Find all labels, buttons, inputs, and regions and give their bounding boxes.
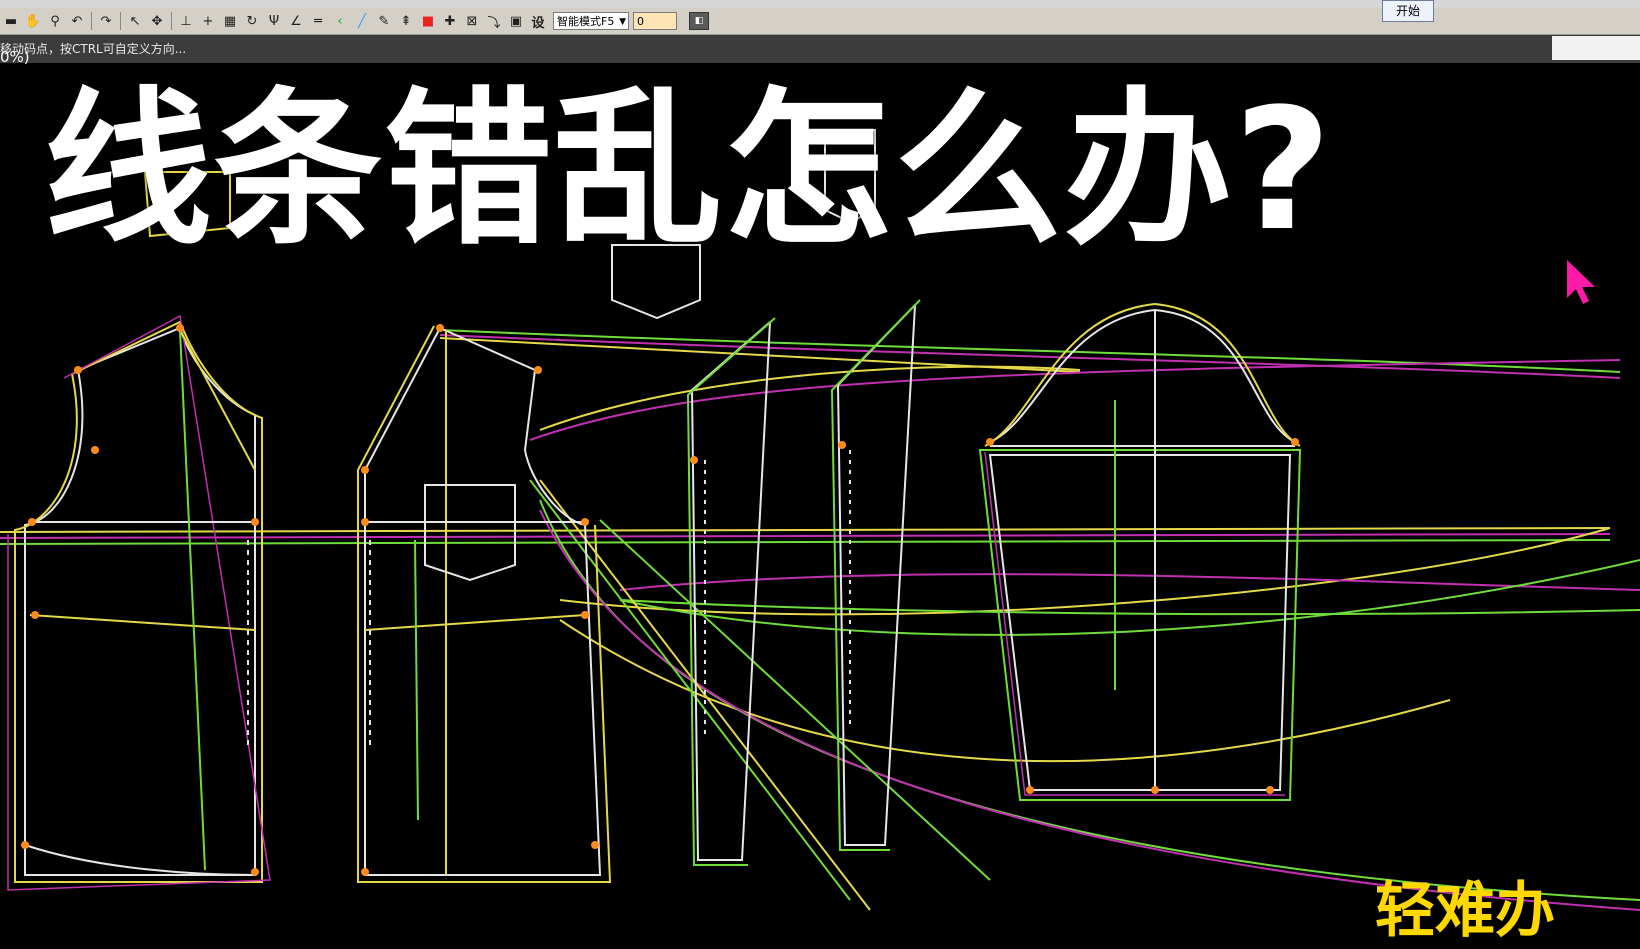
front-piece[interactable] bbox=[357, 325, 612, 883]
value-input[interactable]: 0 bbox=[633, 12, 677, 30]
curve-icon[interactable]: ‹ bbox=[329, 10, 351, 32]
redo-icon[interactable]: ↷ bbox=[95, 10, 117, 32]
align-icon[interactable]: ⊥ bbox=[175, 10, 197, 32]
sleeve-piece[interactable] bbox=[978, 302, 1302, 801]
hand-icon[interactable]: ✋ bbox=[22, 10, 44, 32]
grid-icon[interactable]: ▦ bbox=[219, 10, 241, 32]
mirror-icon[interactable]: Ψ bbox=[263, 10, 285, 32]
mode-select-value: 智能模式F5 bbox=[557, 15, 615, 28]
plus-icon[interactable]: ✚ bbox=[439, 10, 461, 32]
status-panel bbox=[1552, 36, 1640, 60]
overlay-subtitle: 轻难办 bbox=[1375, 876, 1555, 946]
separator bbox=[171, 12, 172, 30]
undo-icon[interactable]: ↶ bbox=[66, 10, 88, 32]
setting-label[interactable]: 设 bbox=[527, 10, 549, 32]
arrow-icon[interactable]: ⇞ bbox=[395, 10, 417, 32]
select-icon[interactable]: ↖ bbox=[124, 10, 146, 32]
chevron-down-icon: ▼ bbox=[619, 17, 626, 27]
angle-icon[interactable]: ∠ bbox=[285, 10, 307, 32]
join-icon[interactable]: ⤵ bbox=[483, 10, 505, 32]
table-icon[interactable]: ▣ bbox=[505, 10, 527, 32]
stray-lines bbox=[0, 329, 1640, 911]
apply-icon[interactable]: ◧ bbox=[689, 12, 709, 30]
open-icon[interactable]: ▬ bbox=[0, 10, 22, 32]
zoom-icon[interactable]: ⚲ bbox=[44, 10, 66, 32]
tool-icon[interactable]: ✎ bbox=[373, 10, 395, 32]
separator bbox=[91, 12, 92, 30]
start-button[interactable]: 开始 bbox=[1382, 0, 1434, 22]
back-piece[interactable] bbox=[7, 314, 271, 891]
rotate-icon[interactable]: ↻ bbox=[241, 10, 263, 32]
separator bbox=[120, 12, 121, 30]
color-icon[interactable]: ■ bbox=[417, 10, 439, 32]
measure-icon[interactable]: ╱ bbox=[351, 10, 373, 32]
parallel-icon[interactable]: ═ bbox=[307, 10, 329, 32]
mouse-cursor-icon bbox=[1567, 260, 1595, 304]
cross-icon[interactable]: + bbox=[197, 10, 219, 32]
overlay-title: 线条错乱怎么办? bbox=[44, 72, 1334, 268]
mode-select[interactable]: 智能模式F5 ▼ bbox=[553, 12, 629, 30]
move-icon[interactable]: ✥ bbox=[146, 10, 168, 32]
status-bar bbox=[0, 35, 1640, 63]
frame-icon[interactable]: ⊠ bbox=[461, 10, 483, 32]
